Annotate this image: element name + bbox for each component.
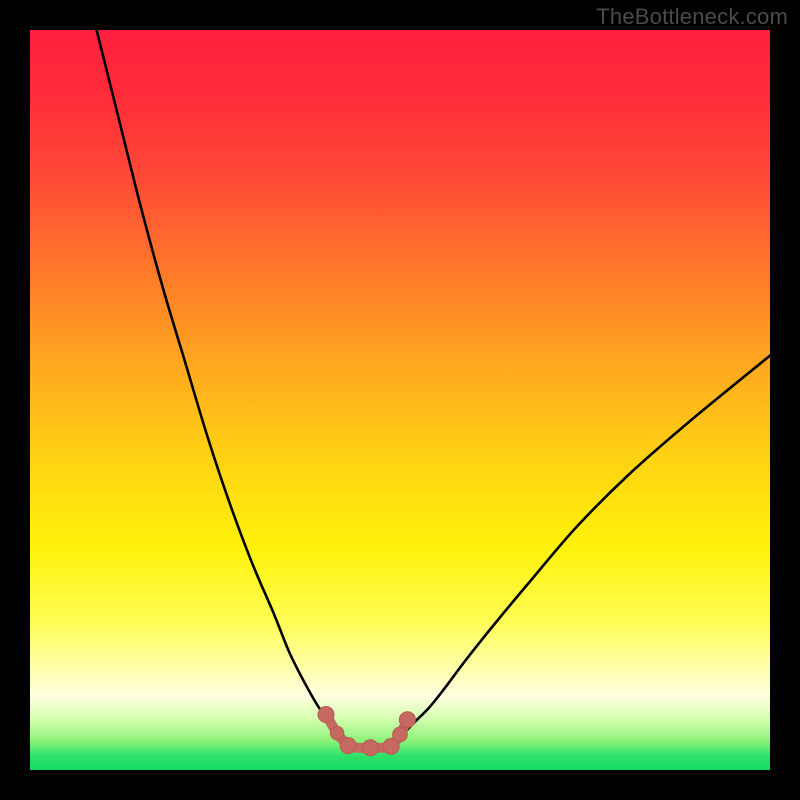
watermark-text: TheBottleneck.com <box>596 4 788 30</box>
left-curve <box>97 30 349 740</box>
marker-right-knee-top <box>399 712 415 728</box>
marker-left-knee-top <box>318 707 334 723</box>
marker-right-knee-mid <box>393 727 408 742</box>
marker-flat-start <box>340 738 356 754</box>
marker-flat-mid <box>362 740 378 756</box>
marker-group <box>318 707 415 756</box>
plot-area <box>30 30 770 770</box>
marker-left-knee-mid <box>330 726 343 739</box>
chart-stage: TheBottleneck.com <box>0 0 800 800</box>
curve-layer <box>30 30 770 770</box>
right-curve <box>393 356 770 741</box>
